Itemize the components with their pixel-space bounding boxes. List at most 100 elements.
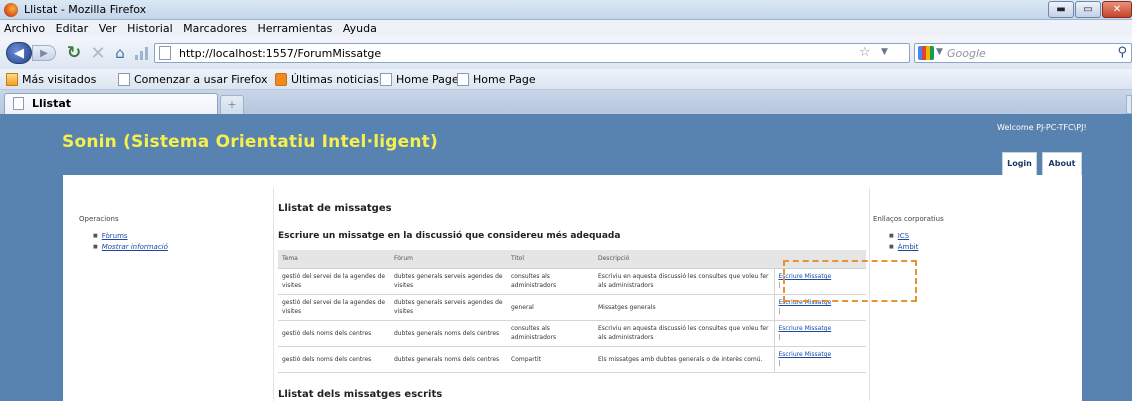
rss-icon	[275, 73, 287, 86]
mostrar-informacio-link[interactable]: Mostrar informació	[102, 243, 168, 251]
table-row: gestió dels noms dels centres dubtes gen…	[278, 320, 866, 347]
separator: |	[778, 360, 781, 367]
page-subtitle: Escriure un missatge en la discussió que…	[278, 231, 621, 241]
search-bar[interactable]: ▼ Google ⚲	[914, 43, 1132, 63]
bookmark-home-page-2[interactable]: Home Page	[457, 73, 536, 86]
reload-button[interactable]: ↻	[64, 43, 84, 63]
menu-historial[interactable]: Historial	[123, 20, 175, 35]
page-content: Sonin (Sistema Orientatiu Intel·ligent) …	[0, 114, 1132, 401]
tab-scroll-button[interactable]	[1126, 95, 1132, 114]
menu-bar: Archivo Editar Ver Historial Marcadores …	[0, 20, 1132, 37]
cell-descripcio: Missatges generals	[594, 294, 774, 321]
escriure-missatge-link[interactable]: Escriure Missatge	[779, 350, 863, 359]
column-header	[774, 250, 866, 269]
page-icon	[118, 73, 130, 86]
left-sidebar: Operacions Fòrums Mostrar informació	[77, 188, 274, 401]
menu-herramientas[interactable]: Herramientas	[253, 20, 335, 35]
url-bar[interactable]: http://localhost:1557/ForumMissatge ☆ ▼	[154, 43, 910, 63]
cell-forum: dubtes generals serveis agendes de visit…	[390, 268, 507, 295]
cell-forum: dubtes generals serveis agendes de visit…	[390, 294, 507, 321]
cell-titol: general	[507, 294, 594, 321]
reload-icon: ↻	[66, 43, 82, 63]
url-text[interactable]: http://localhost:1557/ForumMissatge	[179, 47, 381, 60]
menu-editar[interactable]: Editar	[52, 20, 92, 35]
minimize-button[interactable]: ▬	[1048, 1, 1074, 18]
cell-forum: dubtes generals noms dels centres	[390, 320, 507, 347]
window-title: Llistat - Mozilla Firefox	[24, 3, 147, 16]
forums-link[interactable]: Fòrums	[102, 232, 128, 240]
menu-marcadores[interactable]: Marcadores	[179, 20, 250, 35]
enllacos-links: ICS Àmbit	[889, 231, 919, 253]
right-sidebar: Enllaços corporatius ICS Àmbit	[869, 188, 1082, 401]
operacions-title: Operacions	[79, 215, 119, 223]
welcome-text: Welcome PJ-PC-TFC\PJ!	[997, 123, 1087, 132]
home-button[interactable]: ⌂	[110, 43, 130, 63]
table-row: gestió del servei de la agendes de visit…	[278, 268, 866, 295]
bookmark-star-icon[interactable]: ☆	[859, 45, 871, 60]
ics-link[interactable]: ICS	[898, 232, 909, 240]
search-engine-dropdown-icon[interactable]: ▼	[936, 47, 943, 57]
cell-tema: gestió dels noms dels centres	[278, 320, 390, 347]
bookmark-label: Home Page	[396, 73, 459, 86]
table-header-row: Tema Fòrum Títol Descripció	[278, 250, 866, 269]
maximize-button[interactable]: ▭	[1075, 1, 1101, 18]
forward-button[interactable]: ▶	[32, 45, 56, 61]
escriure-missatge-link[interactable]: Escriure Missatge	[779, 272, 863, 281]
escriure-missatge-link[interactable]: Escriure Missatge	[779, 324, 863, 333]
cell-descripcio: Els missatges amb dubtes generals o de i…	[594, 346, 774, 373]
main-panel: Operacions Fòrums Mostrar informació Lli…	[63, 175, 1082, 401]
bookmark-label: Más visitados	[22, 73, 97, 86]
page-icon	[13, 97, 24, 110]
bookmark-mas-visitados[interactable]: Más visitados	[6, 73, 96, 86]
tab-label: Llistat	[32, 97, 72, 110]
ambit-link[interactable]: Àmbit	[898, 243, 919, 251]
stop-button[interactable]: ✕	[88, 43, 108, 64]
arrow-right-icon: ▶	[40, 47, 48, 59]
separator: |	[778, 334, 781, 341]
arrow-left-icon: ◀	[14, 45, 24, 61]
cell-tema: gestió del servei de la agendes de visit…	[278, 268, 390, 295]
site-title: Sonin (Sistema Orientatiu Intel·ligent)	[62, 132, 438, 152]
cell-tema: gestió dels noms dels centres	[278, 346, 390, 373]
cell-action: Escriure Missatge |	[773, 346, 866, 373]
firefox-logo-icon	[4, 3, 18, 17]
separator: |	[778, 282, 781, 289]
about-tab[interactable]: About	[1042, 152, 1082, 176]
google-icon[interactable]	[918, 46, 934, 60]
menu-ver[interactable]: Ver	[95, 20, 120, 35]
bookmarks-bar: Más visitados Comenzar a usar Firefox Úl…	[0, 69, 1132, 90]
bookmark-ultimas-noticias[interactable]: Últimas noticias	[275, 73, 379, 86]
url-dropdown-icon[interactable]: ▼	[881, 47, 888, 57]
bookmark-home-page-1[interactable]: Home Page	[380, 73, 459, 86]
bookmark-comenzar[interactable]: Comenzar a usar Firefox	[118, 73, 268, 86]
list-item: Mostrar informació	[93, 242, 168, 253]
cell-action: Escriure Missatge |	[773, 294, 866, 321]
table-row: gestió del servei de la agendes de visit…	[278, 294, 866, 321]
page-title: Llistat de missatges	[278, 203, 392, 214]
cell-forum: dubtes generals noms dels centres	[390, 346, 507, 373]
search-icon[interactable]: ⚲	[1117, 45, 1127, 60]
new-tab-button[interactable]: +	[220, 95, 244, 114]
cell-action: Escriure Missatge |	[773, 320, 866, 347]
search-placeholder[interactable]: Google	[947, 47, 986, 60]
cell-tema: gestió del servei de la agendes de visit…	[278, 294, 390, 321]
tab-llistat[interactable]: Llistat	[4, 93, 218, 114]
cell-titol: consultes als administradors	[507, 320, 594, 347]
escriure-missatge-link[interactable]: Escriure Missatge	[779, 298, 863, 307]
menu-ayuda[interactable]: Ayuda	[339, 20, 380, 35]
bookmark-label: Comenzar a usar Firefox	[134, 73, 268, 86]
navigation-toolbar: ◀ ▶ ↻ ✕ ⌂ http://localhost:1557/ForumMis…	[0, 37, 1132, 69]
list-item: ICS	[889, 231, 918, 242]
home-icon: ⌂	[115, 44, 125, 62]
menu-archivo[interactable]: Archivo	[0, 20, 48, 35]
page-icon	[380, 73, 392, 86]
cell-titol: Compartit	[507, 346, 594, 373]
close-button[interactable]: ✕	[1102, 1, 1132, 18]
bookmark-label: Últimas noticias	[291, 73, 379, 86]
page-rank-icon	[133, 44, 151, 62]
column-header: Descripció	[594, 250, 774, 269]
column-header: Tema	[278, 250, 390, 269]
back-button[interactable]: ◀	[6, 42, 32, 64]
window-title-bar: Llistat - Mozilla Firefox ▬ ▭ ✕	[0, 0, 1132, 20]
login-tab[interactable]: Login	[1002, 152, 1037, 176]
